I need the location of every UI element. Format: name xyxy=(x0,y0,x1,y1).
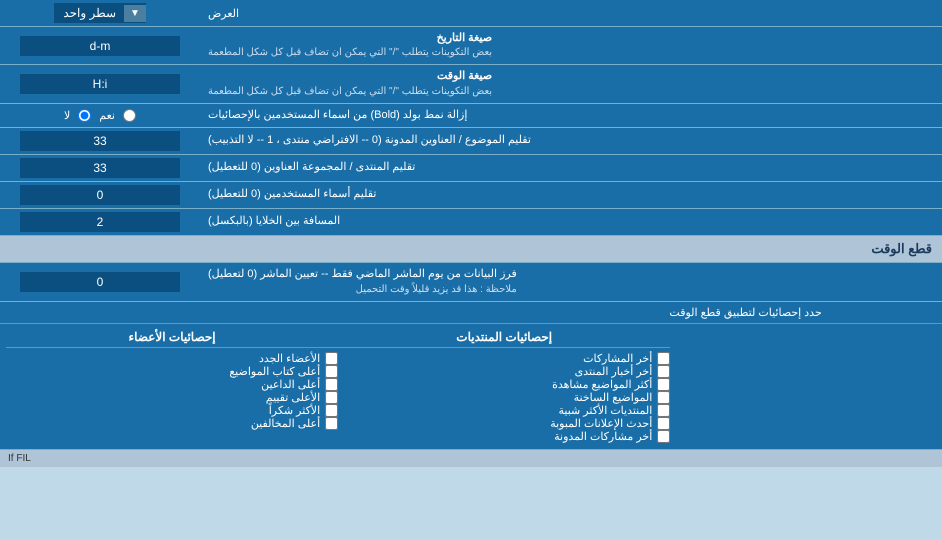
stats-col2-item-1: أعلى كتاب المواضيع xyxy=(6,365,338,378)
stats-col2-checkbox-2[interactable] xyxy=(325,378,338,391)
stats-col2: إحصائيات الأعضاء الأعضاء الجدد أعلى كتاب… xyxy=(6,330,338,443)
stats-section: حدد إحصائيات لتطبيق قطع الوقت إحصائيات ا… xyxy=(0,302,942,449)
stats-apply-col xyxy=(670,330,936,443)
cutoff-note: ملاحظة : هذا قد يزيد قليلاً وقت التحميل xyxy=(208,283,517,297)
time-format-row: صيغة الوقت بعض التكوينات يتطلب "/" التي … xyxy=(0,65,942,103)
usernames-row: تقليم أسماء المستخدمين (0 للتعطيل) xyxy=(0,182,942,209)
display-text: العرض xyxy=(208,7,239,20)
cell-spacing-text: المسافة بين الخلايا (بالبكسل) xyxy=(208,214,340,229)
date-format-input-cell xyxy=(0,27,200,64)
stats-col2-item-3: الأعلى تقييم xyxy=(6,391,338,404)
date-format-sublabel: بعض التكوينات يتطلب "/" التي يمكن ان تضا… xyxy=(208,46,492,60)
bold-no-label: لا xyxy=(64,109,70,122)
dropdown-arrow-btn[interactable]: ▼ xyxy=(124,5,146,22)
time-format-input-cell xyxy=(0,65,200,102)
stats-col2-item-0: الأعضاء الجدد xyxy=(6,352,338,365)
bold-radio-cell: نعم لا xyxy=(0,104,200,127)
cutoff-input[interactable] xyxy=(20,272,180,292)
stats-columns: إحصائيات المنتديات أخر المشاركات أخر أخب… xyxy=(0,324,942,449)
cutoff-input-cell xyxy=(0,263,200,300)
usernames-input-cell xyxy=(0,182,200,208)
cutoff-header-text: قطع الوقت xyxy=(871,241,932,256)
stats-col1-item-2: أكثر المواضيع مشاهدة xyxy=(338,378,670,391)
stats-col1-checkbox-2[interactable] xyxy=(657,378,670,391)
time-format-input[interactable] xyxy=(20,74,180,94)
stats-col1-checkbox-3[interactable] xyxy=(657,391,670,404)
topic-titles-text: تقليم الموضوع / العناوين المدونة (0 -- ا… xyxy=(208,133,531,148)
topic-titles-input[interactable] xyxy=(20,131,180,151)
usernames-input[interactable] xyxy=(20,185,180,205)
topic-titles-label: تقليم الموضوع / العناوين المدونة (0 -- ا… xyxy=(200,128,942,154)
topic-titles-input-cell xyxy=(0,128,200,154)
bold-yes-label: نعم xyxy=(99,109,115,122)
stats-col1-item-3: المواضيع الساخنة xyxy=(338,391,670,404)
stats-col2-checkbox-1[interactable] xyxy=(325,365,338,378)
stats-header-row: حدد إحصائيات لتطبيق قطع الوقت xyxy=(0,302,942,324)
stats-col1-item-5: أحدث الإعلانات المبوبة xyxy=(338,417,670,430)
bold-no-radio[interactable] xyxy=(78,109,91,122)
cutoff-header: قطع الوقت xyxy=(0,236,942,263)
stats-col2-label: إحصائيات الأعضاء xyxy=(6,330,338,348)
display-label: العرض xyxy=(200,0,942,26)
forum-titles-row: تقليم المنتدى / المجموعة العناوين (0 للت… xyxy=(0,155,942,182)
usernames-text: تقليم أسماء المستخدمين (0 للتعطيل) xyxy=(208,187,376,202)
topic-titles-row: تقليم الموضوع / العناوين المدونة (0 -- ا… xyxy=(0,128,942,155)
date-format-label: صيغة التاريخ بعض التكوينات يتطلب "/" الت… xyxy=(200,27,942,64)
date-format-title: صيغة التاريخ xyxy=(208,31,492,46)
cell-spacing-row: المسافة بين الخلايا (بالبكسل) xyxy=(0,209,942,236)
stats-header-spacer xyxy=(331,302,662,323)
cutoff-line1: فرز البيانات من يوم الماشر الماضي فقط --… xyxy=(208,267,517,282)
stats-col1-checkbox-5[interactable] xyxy=(657,417,670,430)
cutoff-label: فرز البيانات من يوم الماشر الماضي فقط --… xyxy=(200,263,942,300)
forum-titles-label: تقليم المنتدى / المجموعة العناوين (0 للت… xyxy=(200,155,942,181)
stats-col1-label: إحصائيات المنتديات xyxy=(338,330,670,348)
stats-col2-checkbox-4[interactable] xyxy=(325,404,338,417)
forum-titles-text: تقليم المنتدى / المجموعة العناوين (0 للت… xyxy=(208,160,415,175)
time-format-sublabel: بعض التكوينات يتطلب "/" التي يمكن ان تضا… xyxy=(208,85,492,99)
stats-col1: إحصائيات المنتديات أخر المشاركات أخر أخب… xyxy=(338,330,670,443)
display-dropdown-wrapper: ▼ سطر واحد سطرين ثلاثة أسطر xyxy=(54,3,146,23)
footer-note: If FIL xyxy=(0,449,942,467)
display-dropdown[interactable]: سطر واحد سطرين ثلاثة أسطر xyxy=(54,3,124,23)
stats-col1-checkbox-0[interactable] xyxy=(657,352,670,365)
stats-col2-item-4: الأكثر شكراً xyxy=(6,404,338,417)
stats-col1-item-6: أخر مشاركات المدونة xyxy=(338,430,670,443)
forum-titles-input[interactable] xyxy=(20,158,180,178)
forum-titles-input-cell xyxy=(0,155,200,181)
stats-col1-item-0: أخر المشاركات xyxy=(338,352,670,365)
cell-spacing-label: المسافة بين الخلايا (بالبكسل) xyxy=(200,209,942,235)
stats-col2-checkbox-3[interactable] xyxy=(325,391,338,404)
cell-spacing-input-cell xyxy=(0,209,200,235)
time-format-title: صيغة الوقت xyxy=(208,69,492,84)
stats-col2-checkbox-0[interactable] xyxy=(325,352,338,365)
time-format-label: صيغة الوقت بعض التكوينات يتطلب "/" التي … xyxy=(200,65,942,102)
bold-row: إزالة نمط بولد (Bold) من اسماء المستخدمي… xyxy=(0,104,942,128)
stats-col2-item-5: أعلى المخالفين xyxy=(6,417,338,430)
display-input-cell: ▼ سطر واحد سطرين ثلاثة أسطر xyxy=(0,0,200,26)
stats-col1-checkbox-4[interactable] xyxy=(657,404,670,417)
stats-header-text: حدد إحصائيات لتطبيق قطع الوقت xyxy=(669,306,821,319)
cutoff-row: فرز البيانات من يوم الماشر الماضي فقط --… xyxy=(0,263,942,301)
bold-yes-radio[interactable] xyxy=(123,109,136,122)
date-format-row: صيغة التاريخ بعض التكوينات يتطلب "/" الت… xyxy=(0,27,942,65)
bold-text: إزالة نمط بولد (Bold) من اسماء المستخدمي… xyxy=(208,108,467,123)
stats-apply-label: حدد إحصائيات لتطبيق قطع الوقت xyxy=(661,302,942,323)
stats-header-spacer2 xyxy=(0,302,331,323)
stats-col1-item-4: المنتديات الأكثر شبية xyxy=(338,404,670,417)
date-format-input[interactable] xyxy=(20,36,180,56)
stats-col1-checkbox-1[interactable] xyxy=(657,365,670,378)
stats-col2-item-2: أعلى الداعين xyxy=(6,378,338,391)
usernames-label: تقليم أسماء المستخدمين (0 للتعطيل) xyxy=(200,182,942,208)
cell-spacing-input[interactable] xyxy=(20,212,180,232)
stats-col2-checkbox-5[interactable] xyxy=(325,417,338,430)
stats-col1-checkbox-6[interactable] xyxy=(657,430,670,443)
bold-label: إزالة نمط بولد (Bold) من اسماء المستخدمي… xyxy=(200,104,942,127)
stats-col1-item-1: أخر أخبار المنتدى xyxy=(338,365,670,378)
